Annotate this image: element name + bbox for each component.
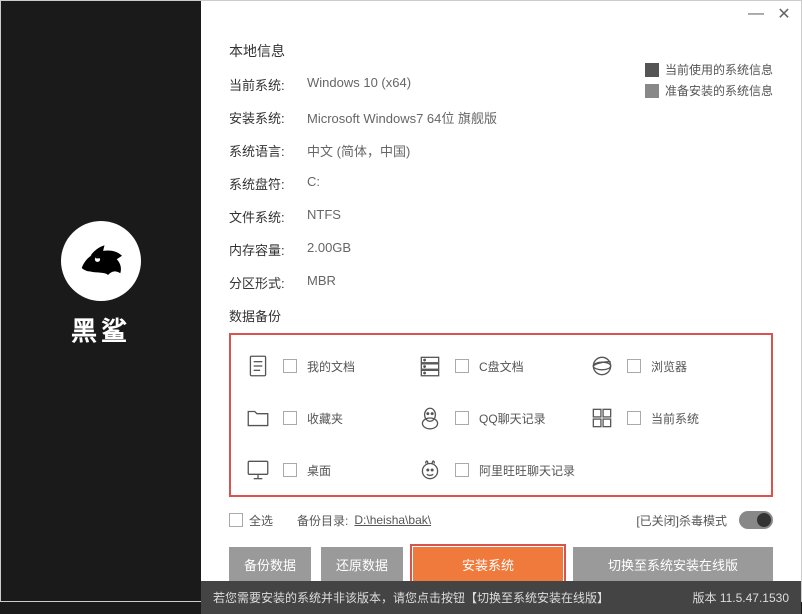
backup-dir-label: 备份目录: [297,512,348,529]
legend: 当前使用的系统信息 准备安装的系统信息 [645,61,773,103]
minimize-button[interactable]: — [749,7,763,21]
footer-hint: 若您需要安装的系统并非该版本，请您点击按钮【切换至系统安装在线版】 [213,589,609,606]
footer: 若您需要安装的系统并非该版本，请您点击按钮【切换至系统安装在线版】 版本 11.… [201,581,801,614]
backup-item-qq[interactable]: QQ聊天记录 [415,403,587,433]
brand-logo: 黑鲨 [61,221,141,348]
label-favorites: 收藏夹 [307,410,343,427]
window-controls: — ✕ [749,7,791,21]
monitor-icon [243,455,273,485]
info-table: 当前系统:Windows 10 (x64) 安装系统:Microsoft Win… [229,75,773,292]
antivirus-status: [已关闭]杀毒模式 [636,512,727,529]
label-install-os: 安装系统: [229,108,307,127]
label-fs: 文件系统: [229,207,307,226]
options-row: 全选 备份目录: D:\heisha\bak\ [已关闭]杀毒模式 [229,511,773,529]
backup-options: 我的文档 C盘文档 浏览器 收藏夹 [229,333,773,497]
label-cursys: 当前系统 [651,410,699,427]
backup-item-cursys[interactable]: 当前系统 [587,403,759,433]
value-part: MBR [307,273,336,292]
windows-icon [587,403,617,433]
backup-heading: 数据备份 [229,306,773,325]
antivirus-toggle[interactable] [739,511,773,529]
value-drive: C: [307,174,320,193]
checkbox-qq[interactable] [455,411,469,425]
backup-item-aliww[interactable]: 阿里旺旺聊天记录 [415,455,759,485]
checkbox-browser[interactable] [627,359,641,373]
backup-item-desktop[interactable]: 桌面 [243,455,415,485]
value-install-os: Microsoft Windows7 64位 旗舰版 [307,108,497,127]
restore-button[interactable]: 还原数据 [321,547,403,581]
checkbox-desktop[interactable] [283,463,297,477]
label-mem: 内存容量: [229,240,307,259]
checkbox-cdrive[interactable] [455,359,469,373]
backup-item-docs[interactable]: 我的文档 [243,351,415,381]
switch-online-button[interactable]: 切换至系统安装在线版 [573,547,773,581]
document-icon [243,351,273,381]
value-current-os: Windows 10 (x64) [307,75,411,94]
close-button[interactable]: ✕ [777,7,791,21]
select-all-label: 全选 [249,512,273,529]
backup-item-cdrive[interactable]: C盘文档 [415,351,587,381]
checkbox-aliww[interactable] [455,463,469,477]
brand-text: 黑鲨 [71,311,131,348]
label-part: 分区形式: [229,273,307,292]
label-lang: 系统语言: [229,141,307,160]
label-aliww: 阿里旺旺聊天记录 [479,462,575,479]
legend-current-label: 当前使用的系统信息 [665,61,773,78]
folder-icon [243,403,273,433]
local-info-heading: 本地信息 [229,41,773,61]
install-button[interactable]: 安装系统 [413,547,563,581]
server-icon [415,351,445,381]
label-cdrive: C盘文档 [479,358,524,375]
legend-swatch-current [645,63,659,77]
label-desktop: 桌面 [307,462,331,479]
action-buttons: 备份数据 还原数据 安装系统 切换至系统安装在线版 [229,547,773,581]
value-mem: 2.00GB [307,240,351,259]
label-qq: QQ聊天记录 [479,410,546,427]
checkbox-cursys[interactable] [627,411,641,425]
sidebar: 黑鲨 [1,1,201,601]
qq-icon [415,403,445,433]
backup-item-favorites[interactable]: 收藏夹 [243,403,415,433]
footer-version: 版本 11.5.47.1530 [692,589,789,606]
checkbox-docs[interactable] [283,359,297,373]
label-docs: 我的文档 [307,358,355,375]
value-lang: 中文 (简体，中国) [307,141,410,160]
backup-dir-path[interactable]: D:\heisha\bak\ [354,513,431,527]
legend-swatch-prepare [645,84,659,98]
value-fs: NTFS [307,207,341,226]
ie-icon [587,351,617,381]
label-current-os: 当前系统: [229,75,307,94]
checkbox-favorites[interactable] [283,411,297,425]
label-browser: 浏览器 [651,358,687,375]
label-drive: 系统盘符: [229,174,307,193]
checkbox-select-all[interactable] [229,513,243,527]
shark-icon [61,221,141,301]
backup-button[interactable]: 备份数据 [229,547,311,581]
backup-item-browser[interactable]: 浏览器 [587,351,759,381]
legend-prepare-label: 准备安装的系统信息 [665,82,773,99]
aliww-icon [415,455,445,485]
